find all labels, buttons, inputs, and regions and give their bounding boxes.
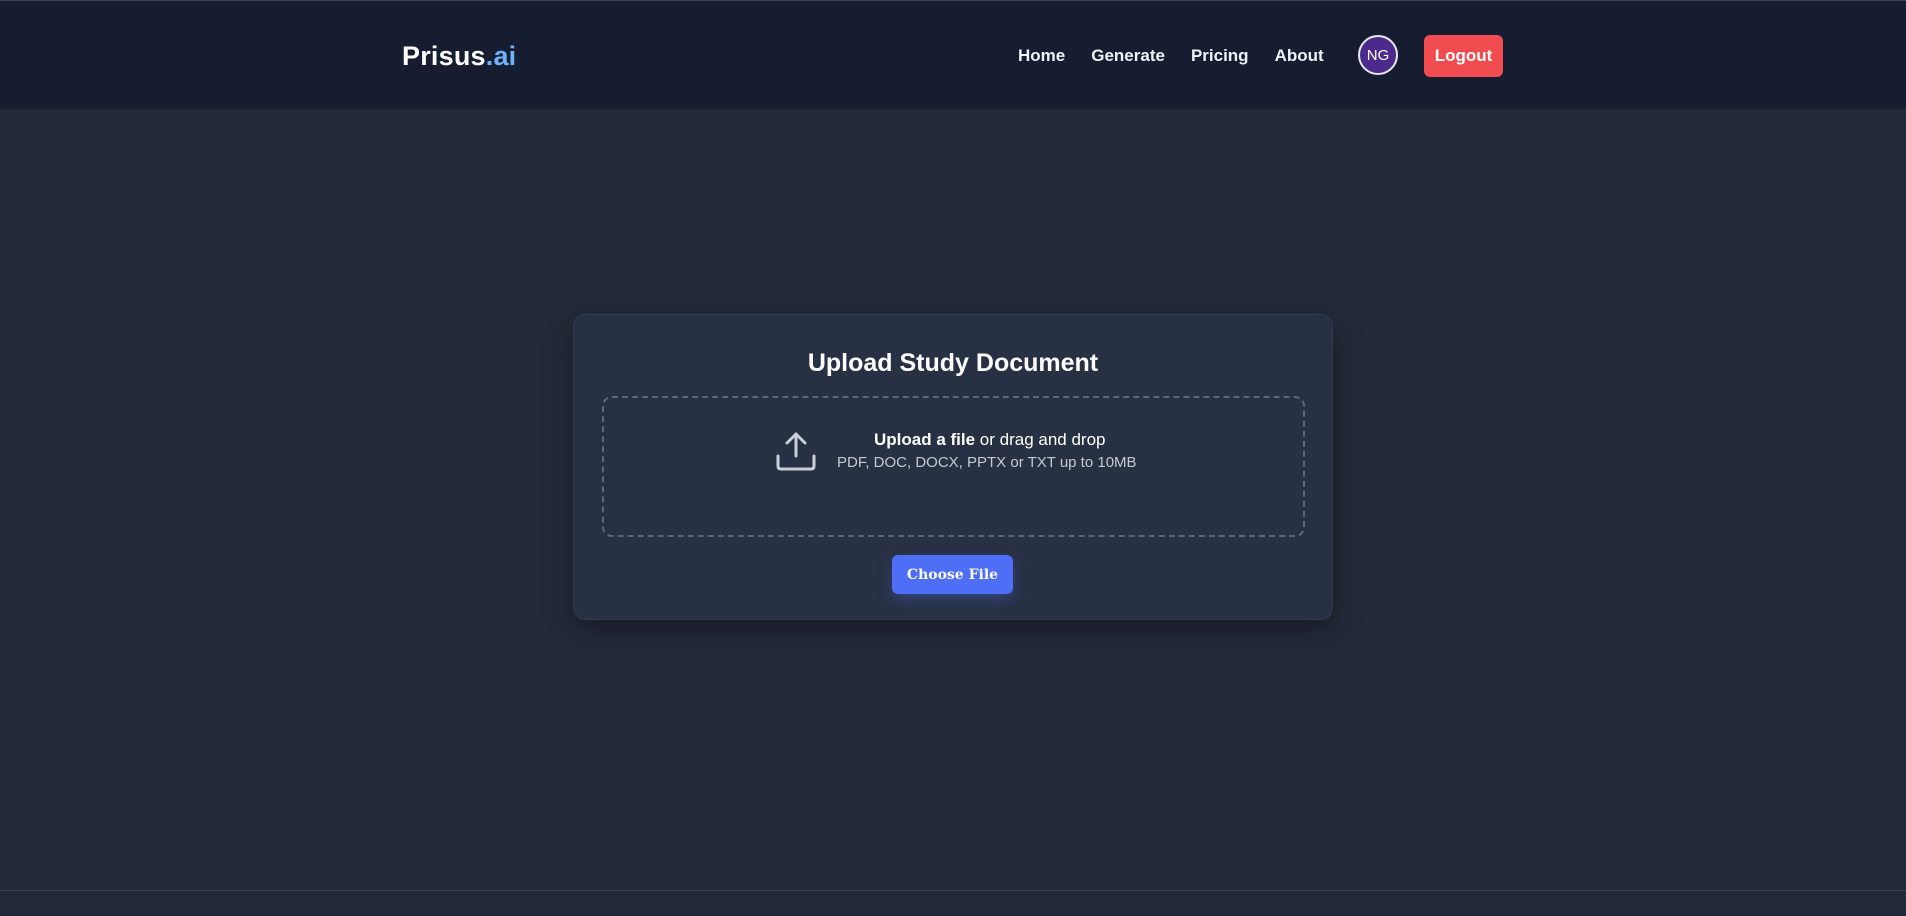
upload-card: Upload Study Document Upload a file or d… (573, 314, 1333, 620)
brand-accent: .ai (485, 41, 517, 71)
user-avatar[interactable]: NG (1358, 35, 1398, 75)
brand-logo[interactable]: Prisus.ai (402, 41, 516, 72)
main-nav: Home Generate Pricing About (1018, 46, 1350, 66)
footer (0, 891, 1906, 916)
file-type-hint: PDF, DOC, DOCX, PPTX or TXT up to 10MB (837, 454, 1137, 471)
dropzone-primary-text: Upload a file or drag and drop (874, 430, 1106, 450)
top-navbar: Prisus.ai Home Generate Pricing About NG… (0, 0, 1906, 109)
upload-dropzone[interactable]: Upload a file or drag and drop PDF, DOC,… (602, 396, 1305, 537)
upload-title: Upload Study Document (807, 349, 1099, 377)
nav-home-link[interactable]: Home (1018, 46, 1065, 66)
upload-icon (776, 432, 816, 471)
nav-about-link[interactable]: About (1275, 46, 1324, 66)
brand-name: Prisus (402, 41, 486, 71)
choose-file-button[interactable]: Choose File (892, 555, 1013, 594)
nav-generate-link[interactable]: Generate (1091, 46, 1165, 66)
upload-file-link[interactable]: Upload a file (874, 430, 975, 449)
drag-drop-text: or drag and drop (975, 430, 1106, 449)
logout-button[interactable]: Logout (1424, 35, 1503, 77)
nav-pricing-link[interactable]: Pricing (1191, 46, 1249, 66)
